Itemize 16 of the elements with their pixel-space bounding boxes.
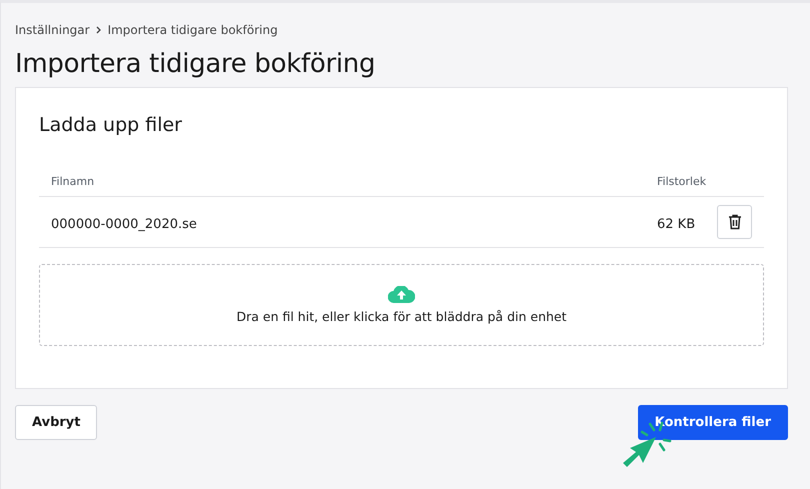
breadcrumb-link[interactable]: Importera tidigare bokföring: [108, 23, 278, 37]
upload-cloud-icon: [388, 286, 415, 303]
chevron-icon: [96, 26, 102, 34]
delete-button[interactable]: [717, 205, 752, 239]
card-title: Ladda upp filer: [39, 114, 183, 136]
drop-zone[interactable]: Dra en fil hit, eller klicka för att bläddra på din enhet: [39, 264, 764, 346]
drop-zone-text: Dra en fil hit, eller klicka för att bläddra på din enhet: [236, 309, 566, 324]
cancel-button[interactable]: Avbryt: [15, 405, 98, 440]
check-files-button[interactable]: Kontrollera filer: [638, 405, 788, 440]
file-name: 000000-0000_2020.se: [51, 216, 197, 232]
column-header: Filstorlek: [657, 174, 706, 188]
file-size: 62 KB: [657, 216, 696, 232]
breadcrumb-link[interactable]: Inställningar: [15, 23, 90, 37]
column-header: Filnamn: [51, 174, 94, 188]
trash-icon: [728, 214, 742, 230]
page-title: Importera tidigare bokföring: [15, 49, 376, 79]
